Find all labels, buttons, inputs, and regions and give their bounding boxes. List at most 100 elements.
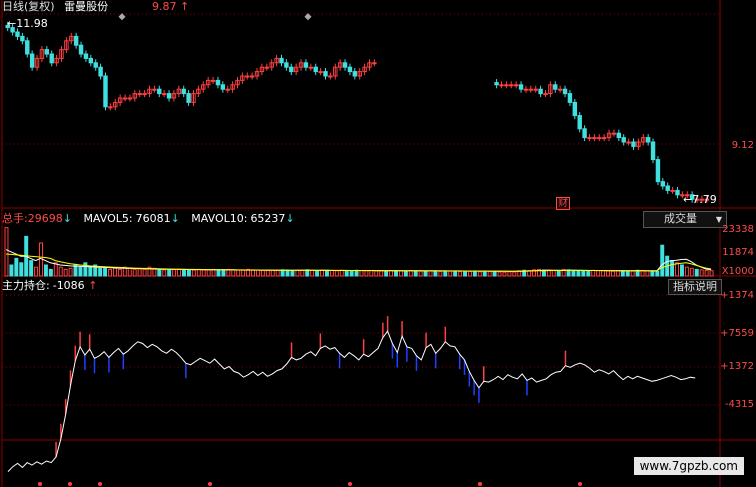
volume-bar: [83, 262, 88, 277]
candle: [601, 137, 607, 140]
volume-bar: [211, 268, 216, 277]
candle: [20, 35, 25, 42]
volume-bar: [448, 270, 453, 277]
candle: [665, 185, 670, 191]
candle: [323, 71, 328, 77]
x-axis-tick: [348, 482, 352, 486]
candle: [342, 62, 348, 68]
candle: [650, 141, 656, 161]
volume-bar: [433, 270, 438, 277]
candle: [318, 71, 323, 74]
volume-bar: [221, 269, 226, 277]
candle: [523, 88, 529, 91]
volume-axis-label: 11874: [722, 247, 754, 258]
candle: [98, 66, 103, 77]
candle: [645, 137, 651, 143]
total-value: 29698: [27, 212, 63, 225]
candle: [577, 115, 582, 130]
candle: [587, 137, 592, 140]
event-tag[interactable]: 财: [556, 197, 570, 210]
volume-bar: [546, 269, 551, 277]
volume-bar: [68, 267, 73, 277]
volume-bar: [497, 271, 502, 277]
down-arrow-icon: ↓: [62, 212, 72, 225]
indicator-line: [7, 330, 696, 472]
volume-bar: [364, 270, 369, 277]
volume-bar: [191, 269, 196, 277]
volume-bar: [630, 270, 635, 277]
candle: [49, 53, 54, 64]
volume-bar: [103, 266, 108, 277]
candle: [245, 75, 250, 78]
candle: [225, 88, 230, 91]
candle: [210, 79, 216, 82]
candle: [73, 35, 79, 46]
volume-bar: [167, 268, 172, 277]
volume-bar: [704, 269, 709, 277]
volume-header: 总手:29698↓ MAVOL5: 76081↓ MAVOL10: 65237↓: [2, 212, 295, 225]
volume-bar: [487, 271, 492, 277]
volume-bar: [255, 269, 260, 277]
volume-bar: [324, 269, 329, 277]
candle: [103, 75, 108, 108]
price-marker-value: 9.87: [152, 0, 177, 13]
candle: [592, 137, 597, 140]
mavol10-value: 65237: [250, 212, 286, 225]
candle: [215, 79, 221, 86]
candle: [352, 71, 358, 77]
candle: [372, 62, 377, 65]
volume-bar: [384, 270, 389, 277]
volume-bar: [300, 269, 305, 277]
indicator-dropdown[interactable]: 成交量 ▼: [643, 211, 727, 228]
mavol5-line: [5, 249, 712, 272]
candle: [499, 84, 504, 87]
candle: [279, 57, 284, 64]
chart-header: 日线(复权) 雷曼股份: [2, 0, 108, 13]
volume-bar: [502, 271, 507, 277]
candle: [557, 88, 563, 91]
x-axis-tick: [98, 482, 102, 486]
volume-bar: [196, 268, 201, 277]
candle: [626, 141, 631, 144]
volume-bar: [556, 270, 561, 277]
volume-bar: [231, 269, 236, 277]
volume-bar: [694, 268, 699, 277]
volume-bar: [492, 271, 497, 277]
volume-bar: [467, 270, 472, 277]
volume-bar: [645, 270, 650, 277]
indicator-value: -1086: [52, 279, 85, 292]
volume-bar: [270, 269, 275, 277]
candle: [142, 93, 147, 96]
candle: [15, 31, 20, 37]
candle: [660, 181, 666, 187]
candle: [562, 88, 568, 95]
x-axis-tick: [578, 482, 582, 486]
volume-bar: [48, 268, 53, 277]
volume-bar: [157, 268, 162, 277]
volume-bar: [423, 270, 428, 277]
candle: [108, 106, 113, 109]
volume-bar: [206, 269, 211, 277]
candle: [513, 84, 519, 87]
volume-bar: [443, 271, 448, 277]
volume-bar: [606, 270, 610, 277]
volume-bar: [596, 270, 601, 277]
volume-bar: [186, 269, 191, 277]
volume-bar: [201, 269, 206, 277]
volume-axis-label: 23338: [722, 224, 754, 235]
volume-bar: [43, 264, 48, 277]
volume-bar: [285, 269, 290, 277]
volume-bar: [591, 269, 596, 277]
volume-bar: [329, 270, 334, 277]
volume-bar: [251, 269, 255, 277]
volume-bar: [344, 270, 349, 277]
volume-bar: [4, 227, 9, 277]
indicator-help-button[interactable]: 指标说明: [668, 279, 722, 295]
candle: [533, 88, 538, 91]
candle: [166, 93, 172, 99]
chart-canvas[interactable]: [0, 0, 756, 487]
candle: [616, 132, 622, 139]
volume-bar: [428, 270, 433, 277]
volume-bar: [137, 268, 142, 277]
candle: [494, 82, 499, 86]
